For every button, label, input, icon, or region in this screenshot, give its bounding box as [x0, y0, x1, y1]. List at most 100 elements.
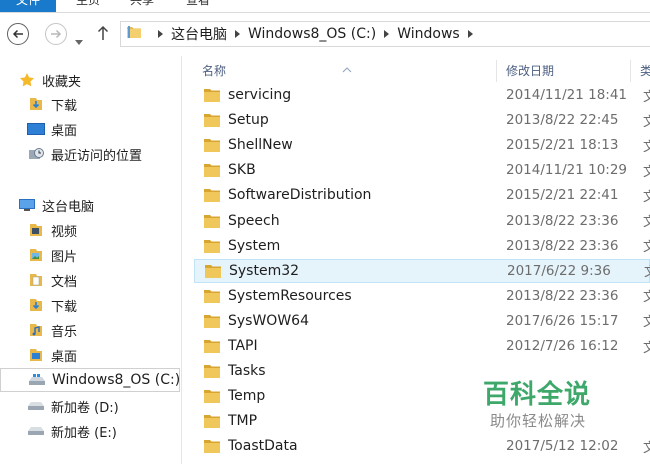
tab-home[interactable]: 主页	[76, 0, 100, 12]
folder-icon	[204, 88, 222, 102]
file-name: Speech	[228, 212, 280, 229]
table-row[interactable]: SystemResources 2013/8/22 23:36 文	[194, 284, 650, 308]
file-name: SKB	[228, 162, 256, 179]
sidebar-item-music[interactable]: 音乐	[27, 318, 208, 342]
sidebar-item-label: 桌面	[51, 123, 78, 139]
column-divider[interactable]	[630, 60, 631, 82]
folder-icon	[204, 414, 222, 429]
downloads-folder-icon	[27, 96, 45, 112]
column-header-date-modified[interactable]: 修改日期	[506, 62, 554, 79]
watermark-subtitle: 助你轻松解决	[490, 412, 587, 430]
forward-button[interactable]	[45, 23, 67, 45]
file-type: 文	[643, 114, 650, 130]
up-button[interactable]	[97, 25, 109, 45]
file-name: SystemResources	[228, 287, 352, 304]
sidebar-item-this-pc[interactable]: 这台电脑	[18, 193, 199, 217]
sidebar-item-label: 文档	[51, 274, 78, 290]
folder-icon	[204, 389, 222, 404]
sidebar-item-pictures[interactable]: 图片	[27, 243, 208, 267]
tab-file[interactable]: 文件	[0, 0, 56, 12]
downloads-folder-icon	[27, 297, 45, 313]
table-row[interactable]: SKB 2014/11/21 10:29 文	[194, 158, 650, 182]
table-row[interactable]: Setup 2013/8/22 22:45 文	[194, 108, 650, 132]
sidebar-item-desktop-pc[interactable]: 桌面	[27, 343, 208, 367]
breadcrumb-this-pc[interactable]: 这台电脑	[171, 24, 227, 44]
sidebar-item-label: 新加卷 (D:)	[51, 400, 119, 416]
table-row[interactable]: System32 2017/6/22 9:36 文	[194, 258, 650, 283]
folder-icon	[204, 439, 222, 454]
file-date-modified: 2017/5/12 12:02	[506, 438, 619, 455]
sidebar-item-drive-d[interactable]: 新加卷 (D:)	[27, 394, 208, 418]
sidebar-item-label: 下载	[51, 299, 78, 315]
file-name: System	[228, 237, 281, 254]
navigation-bar: 这台电脑 Windows8_OS (C:) Windows	[0, 13, 650, 55]
hard-drive-icon	[27, 423, 45, 439]
breadcrumb-drive-c[interactable]: Windows8_OS (C:)	[248, 26, 376, 42]
sidebar-item-drive-e[interactable]: 新加卷 (E:)	[27, 419, 208, 443]
breadcrumb-separator-icon	[235, 30, 240, 38]
file-date-modified: 2017/6/26 15:17	[506, 312, 619, 329]
pictures-folder-icon	[27, 247, 45, 263]
table-row[interactable]: Speech 2013/8/22 23:36 文	[194, 209, 650, 233]
recent-places-icon	[27, 146, 45, 162]
folder-icon	[204, 339, 222, 353]
videos-folder-icon	[27, 222, 45, 238]
file-date-modified: 2014/11/21 18:41	[506, 87, 628, 103]
table-row[interactable]: TAPI 2012/7/26 16:12 文	[194, 334, 650, 358]
breadcrumb-windows[interactable]: Windows	[397, 26, 460, 42]
sidebar-item-favorites[interactable]: 收藏夹	[18, 68, 199, 92]
table-row[interactable]: ToastData 2017/5/12 12:02 文	[194, 434, 650, 458]
file-date-modified: 2015/2/21 18:13	[506, 137, 619, 154]
breadcrumb-separator-icon	[158, 30, 163, 38]
file-type: 文	[643, 240, 650, 256]
file-type: 文	[643, 215, 650, 230]
sidebar-item-downloads[interactable]: 下载	[27, 92, 208, 116]
table-row[interactable]: System 2013/8/22 23:36 文	[194, 234, 650, 258]
sidebar-item-label: Windows8_OS (C:)	[52, 372, 181, 388]
table-row[interactable]: SoftwareDistribution 2015/2/21 22:41 文	[194, 183, 650, 207]
folder-icon	[204, 138, 222, 153]
sidebar-item-label: 下载	[51, 98, 78, 114]
table-row[interactable]: ShellNew 2015/2/21 18:13 文	[194, 133, 650, 157]
tab-view[interactable]: 查看	[186, 0, 210, 12]
folder-icon	[126, 24, 142, 44]
file-type: 文	[643, 340, 650, 356]
folder-icon	[204, 163, 222, 178]
back-button[interactable]	[7, 23, 29, 45]
file-type: 文	[643, 440, 650, 456]
table-row[interactable]: SysWOW64 2017/6/26 15:17 文	[194, 309, 650, 333]
tab-share[interactable]: 共享	[130, 0, 154, 12]
column-header-type[interactable]: 类	[640, 62, 650, 79]
sidebar-item-videos[interactable]: 视频	[27, 218, 208, 242]
sidebar-item-desktop[interactable]: 桌面	[27, 117, 208, 141]
sidebar-item-documents[interactable]: 文档	[27, 268, 208, 292]
folder-icon	[204, 289, 222, 303]
recent-locations-button[interactable]	[75, 31, 83, 50]
sidebar-item-drive-c[interactable]: Windows8_OS (C:)	[0, 368, 180, 392]
file-date-modified: 2012/7/26 16:12	[506, 338, 619, 354]
sidebar-item-label: 收藏夹	[42, 74, 82, 90]
file-name: ShellNew	[228, 137, 293, 154]
file-date-modified: 2013/8/22 22:45	[506, 112, 619, 129]
computer-icon	[18, 197, 36, 213]
table-row[interactable]: servicing 2014/11/21 18:41 文	[194, 83, 650, 107]
sidebar-item-recent-places[interactable]: 最近访问的位置	[27, 142, 208, 166]
folder-icon	[205, 264, 223, 278]
folder-icon	[204, 364, 222, 379]
sidebar-item-label: 图片	[51, 249, 78, 265]
folder-icon	[204, 314, 222, 328]
sidebar-item-label: 新加卷 (E:)	[51, 425, 117, 441]
file-type: 文	[643, 164, 650, 180]
hard-drive-icon	[27, 398, 45, 414]
music-folder-icon	[27, 322, 45, 338]
file-date-modified: 2014/11/21 10:29	[506, 162, 628, 179]
column-header-name[interactable]: 名称	[202, 62, 226, 79]
file-name: Tasks	[228, 363, 266, 380]
column-divider[interactable]	[496, 60, 497, 82]
file-type: 文	[644, 261, 650, 280]
sort-ascending-icon	[342, 58, 352, 77]
sidebar-item-downloads-pc[interactable]: 下载	[27, 293, 208, 317]
file-type: 文	[643, 189, 650, 205]
address-bar[interactable]: 这台电脑 Windows8_OS (C:) Windows	[120, 21, 650, 47]
windows-drive-icon	[28, 372, 46, 388]
